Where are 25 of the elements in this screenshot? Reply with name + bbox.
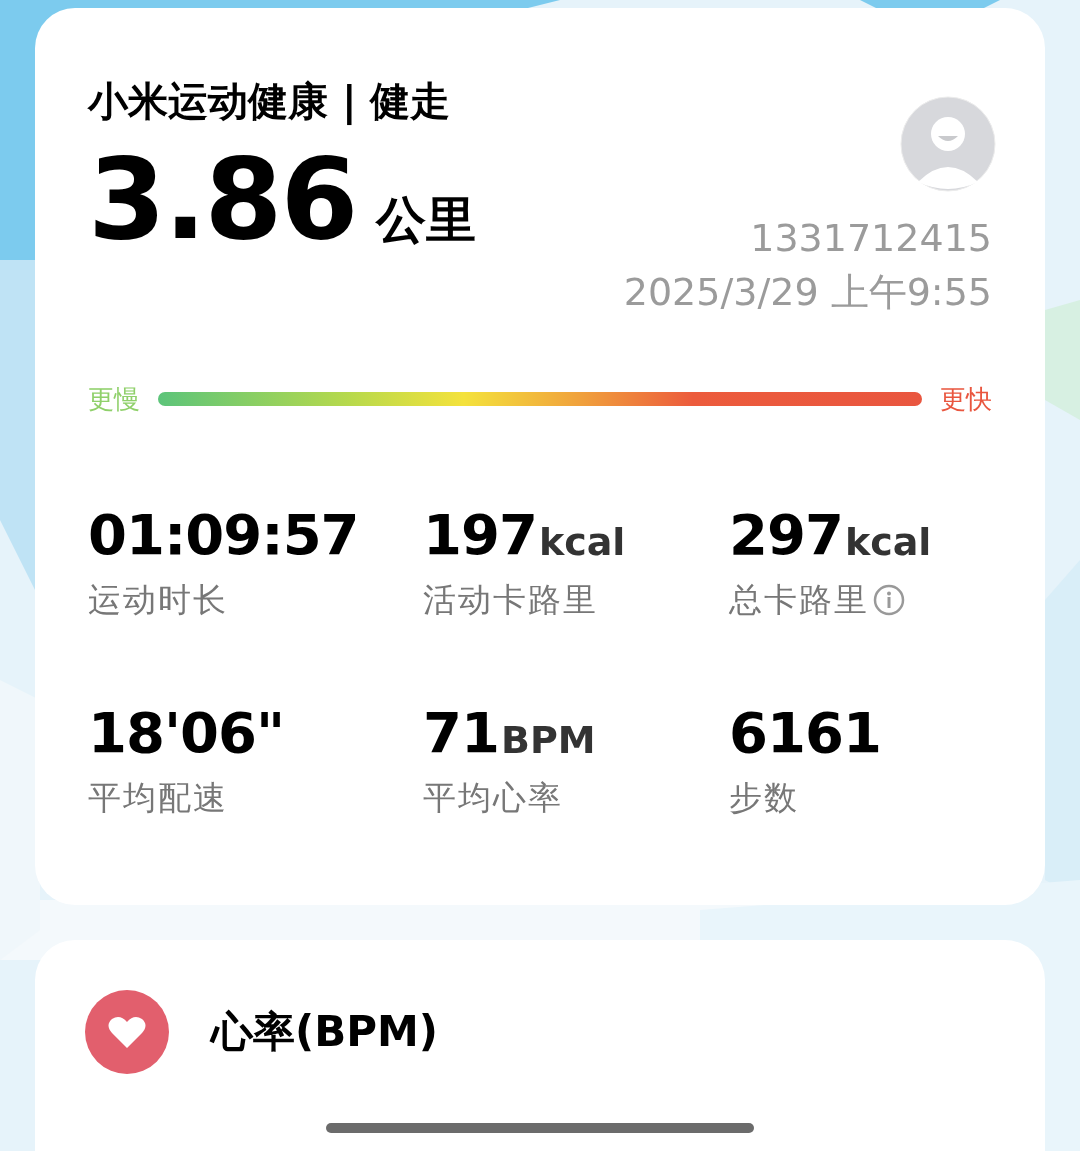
section-title: 心率(BPM)	[211, 1007, 438, 1057]
distance-unit: 公里	[376, 190, 477, 250]
stat-value: 197	[423, 502, 537, 568]
avatar-icon	[900, 96, 996, 192]
workout-datetime: 2025/3/29 上午9:55	[623, 270, 992, 314]
user-id: 1331712415	[750, 216, 992, 260]
stat-value: 6161	[729, 700, 881, 766]
stat-unit: kcal	[538, 520, 626, 564]
stat-label: 运动时长	[88, 580, 228, 620]
stat-label: 平均心率	[423, 778, 563, 818]
slower-label: 更慢	[88, 384, 140, 414]
app-title: 小米运动健康 | 健走	[88, 77, 452, 126]
stat-value: 297	[729, 502, 843, 568]
stat-label: 平均配速	[88, 778, 228, 818]
stat-label: 步数	[729, 778, 799, 818]
stat-value: 71	[423, 700, 499, 766]
stat-value: 01:09:57	[88, 502, 359, 568]
stat-value: 18'06"	[88, 700, 285, 766]
faster-label: 更快	[940, 384, 992, 414]
distance-value: 3.86	[88, 144, 357, 254]
stat-label: 总卡路里	[729, 580, 869, 620]
info-icon[interactable]	[873, 584, 905, 616]
stat-label: 活动卡路里	[423, 580, 598, 620]
stat-unit: BPM	[500, 718, 596, 762]
stat-unit: kcal	[844, 520, 932, 564]
